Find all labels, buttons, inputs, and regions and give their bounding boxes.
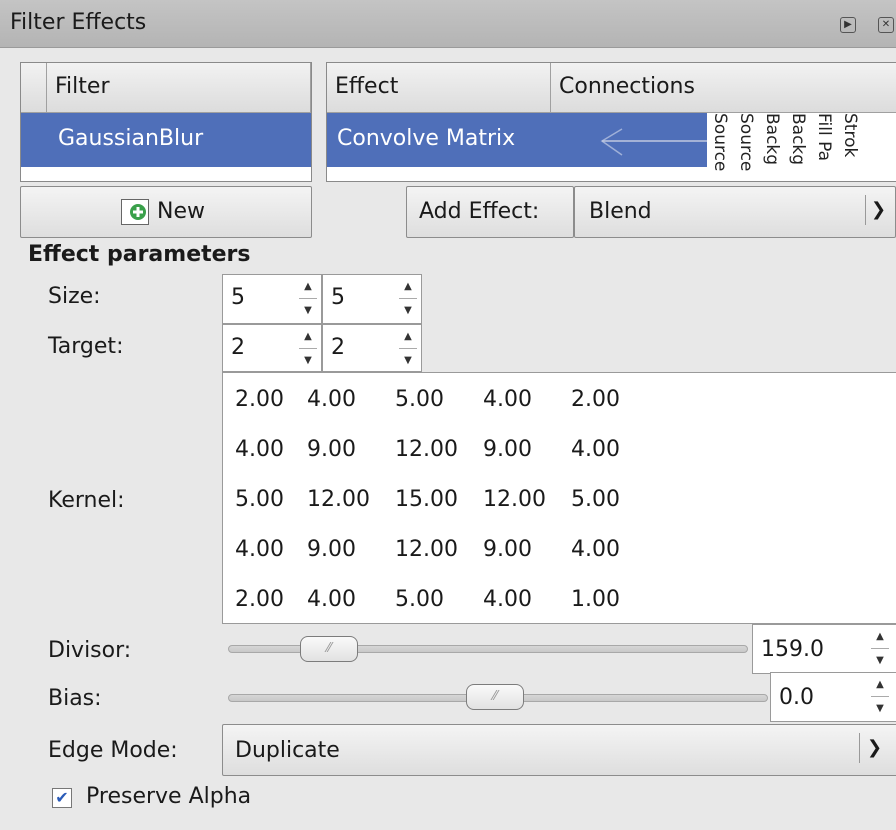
input-source-graphic[interactable]: Source: [709, 113, 731, 171]
filter-header-label: Filter: [55, 74, 110, 99]
size-x-value: 5: [231, 285, 245, 310]
kernel-cell[interactable]: 2.00: [235, 387, 284, 412]
size-y-value: 5: [331, 285, 345, 310]
close-icon[interactable]: ✕: [878, 17, 894, 33]
effect-type-value: Blend: [589, 199, 652, 224]
dropdown-divider: [859, 733, 860, 763]
effect-type-dropdown[interactable]: Blend ❯: [574, 186, 896, 238]
size-y-stepper[interactable]: ▲ ▼: [399, 275, 417, 325]
kernel-cell[interactable]: 15.00: [395, 487, 458, 512]
target-y-value: 2: [331, 335, 345, 360]
add-effect-button[interactable]: Add Effect:: [406, 186, 574, 238]
new-filter-label: New: [157, 199, 205, 224]
edge-mode-value: Duplicate: [235, 738, 340, 763]
dropdown-divider: [865, 195, 866, 225]
kernel-cell[interactable]: 12.00: [307, 487, 370, 512]
input-source-alpha[interactable]: Source: [735, 113, 757, 171]
bias-value: 0.0: [779, 685, 814, 710]
connections-header-label: Connections: [559, 74, 695, 99]
chevron-down-icon: ❯: [871, 199, 887, 220]
filter-item-label: GaussianBlur: [58, 126, 204, 151]
kernel-cell[interactable]: 9.00: [307, 537, 356, 562]
bias-stepper[interactable]: ▲ ▼: [871, 673, 889, 721]
kernel-cell[interactable]: 12.00: [483, 487, 546, 512]
divisor-label: Divisor:: [48, 638, 132, 663]
kernel-cell[interactable]: 4.00: [235, 537, 284, 562]
filter-list-item[interactable]: GaussianBlur: [21, 113, 311, 167]
effect-list: Effect Connections Convolve Matrix Sourc…: [326, 62, 896, 182]
effect-parameters-heading: Effect parameters: [28, 242, 251, 267]
size-x-spinbox[interactable]: 5 ▲ ▼: [222, 274, 322, 324]
add-filter-icon: [121, 199, 149, 225]
input-fill-paint[interactable]: Fill Pa: [813, 113, 835, 161]
effect-item-label: Convolve Matrix: [337, 126, 516, 151]
bias-slider-thumb[interactable]: ⁄⁄: [466, 684, 524, 710]
kernel-cell[interactable]: 4.00: [307, 387, 356, 412]
target-y-spinbox[interactable]: 2 ▲ ▼: [322, 324, 422, 372]
divisor-spinbox[interactable]: 159.0 ▲ ▼: [752, 624, 896, 674]
kernel-cell[interactable]: 9.00: [483, 537, 532, 562]
connection-arrow-icon: [600, 128, 717, 156]
connection-inputs-area: Source Source Backg Backg Fill Pa Strok: [707, 113, 896, 181]
kernel-cell[interactable]: 2.00: [571, 387, 620, 412]
filter-checkbox-column-header[interactable]: [21, 63, 47, 113]
size-x-stepper[interactable]: ▲ ▼: [299, 275, 317, 325]
kernel-cell[interactable]: 5.00: [235, 487, 284, 512]
kernel-cell[interactable]: 4.00: [235, 437, 284, 462]
kernel-cell[interactable]: 4.00: [483, 587, 532, 612]
edge-mode-label: Edge Mode:: [48, 738, 178, 763]
add-effect-label: Add Effect:: [419, 199, 540, 224]
preserve-alpha-checkbox[interactable]: ✔: [52, 788, 72, 808]
connections-column-header[interactable]: Connections: [551, 63, 896, 113]
filter-list: Filter GaussianBlur: [20, 62, 312, 182]
effect-column-header[interactable]: Effect: [327, 63, 551, 113]
kernel-cell[interactable]: 1.00: [571, 587, 620, 612]
target-label: Target:: [48, 334, 124, 359]
kernel-cell[interactable]: 12.00: [395, 437, 458, 462]
kernel-matrix[interactable]: 2.00 4.00 5.00 4.00 2.00 4.00 9.00 12.00…: [222, 372, 896, 624]
dock-icon[interactable]: ▶: [840, 17, 856, 33]
kernel-cell[interactable]: 12.00: [395, 537, 458, 562]
kernel-cell[interactable]: 4.00: [571, 537, 620, 562]
panel-title: Filter Effects: [10, 10, 147, 35]
new-filter-button[interactable]: New: [20, 186, 312, 238]
kernel-cell[interactable]: 5.00: [571, 487, 620, 512]
input-background-alpha[interactable]: Backg: [787, 113, 809, 165]
kernel-cell[interactable]: 4.00: [307, 587, 356, 612]
kernel-cell[interactable]: 4.00: [571, 437, 620, 462]
preserve-alpha-label[interactable]: Preserve Alpha: [86, 784, 251, 809]
target-x-stepper[interactable]: ▲ ▼: [299, 325, 317, 371]
kernel-cell[interactable]: 5.00: [395, 587, 444, 612]
size-y-spinbox[interactable]: 5 ▲ ▼: [322, 274, 422, 324]
bias-label: Bias:: [48, 686, 102, 711]
chevron-down-icon: ❯: [867, 737, 883, 758]
divisor-stepper[interactable]: ▲ ▼: [871, 625, 889, 673]
target-x-value: 2: [231, 335, 245, 360]
bias-spinbox[interactable]: 0.0 ▲ ▼: [770, 672, 896, 722]
kernel-cell[interactable]: 9.00: [483, 437, 532, 462]
effect-header-label: Effect: [335, 74, 399, 99]
divisor-slider-thumb[interactable]: ⁄⁄: [300, 636, 358, 662]
target-x-spinbox[interactable]: 2 ▲ ▼: [222, 324, 322, 372]
edge-mode-dropdown[interactable]: Duplicate ❯: [222, 724, 896, 776]
kernel-cell[interactable]: 4.00: [483, 387, 532, 412]
kernel-cell[interactable]: 9.00: [307, 437, 356, 462]
size-label: Size:: [48, 284, 101, 309]
kernel-label: Kernel:: [48, 488, 125, 513]
filter-column-header[interactable]: Filter: [47, 63, 311, 113]
input-stroke-paint[interactable]: Strok: [839, 113, 861, 157]
target-y-stepper[interactable]: ▲ ▼: [399, 325, 417, 371]
kernel-cell[interactable]: 2.00: [235, 587, 284, 612]
kernel-cell[interactable]: 5.00: [395, 387, 444, 412]
panel-titlebar: Filter Effects ▶ ✕: [0, 0, 896, 48]
divisor-value: 159.0: [761, 637, 824, 662]
input-background-image[interactable]: Backg: [761, 113, 783, 165]
